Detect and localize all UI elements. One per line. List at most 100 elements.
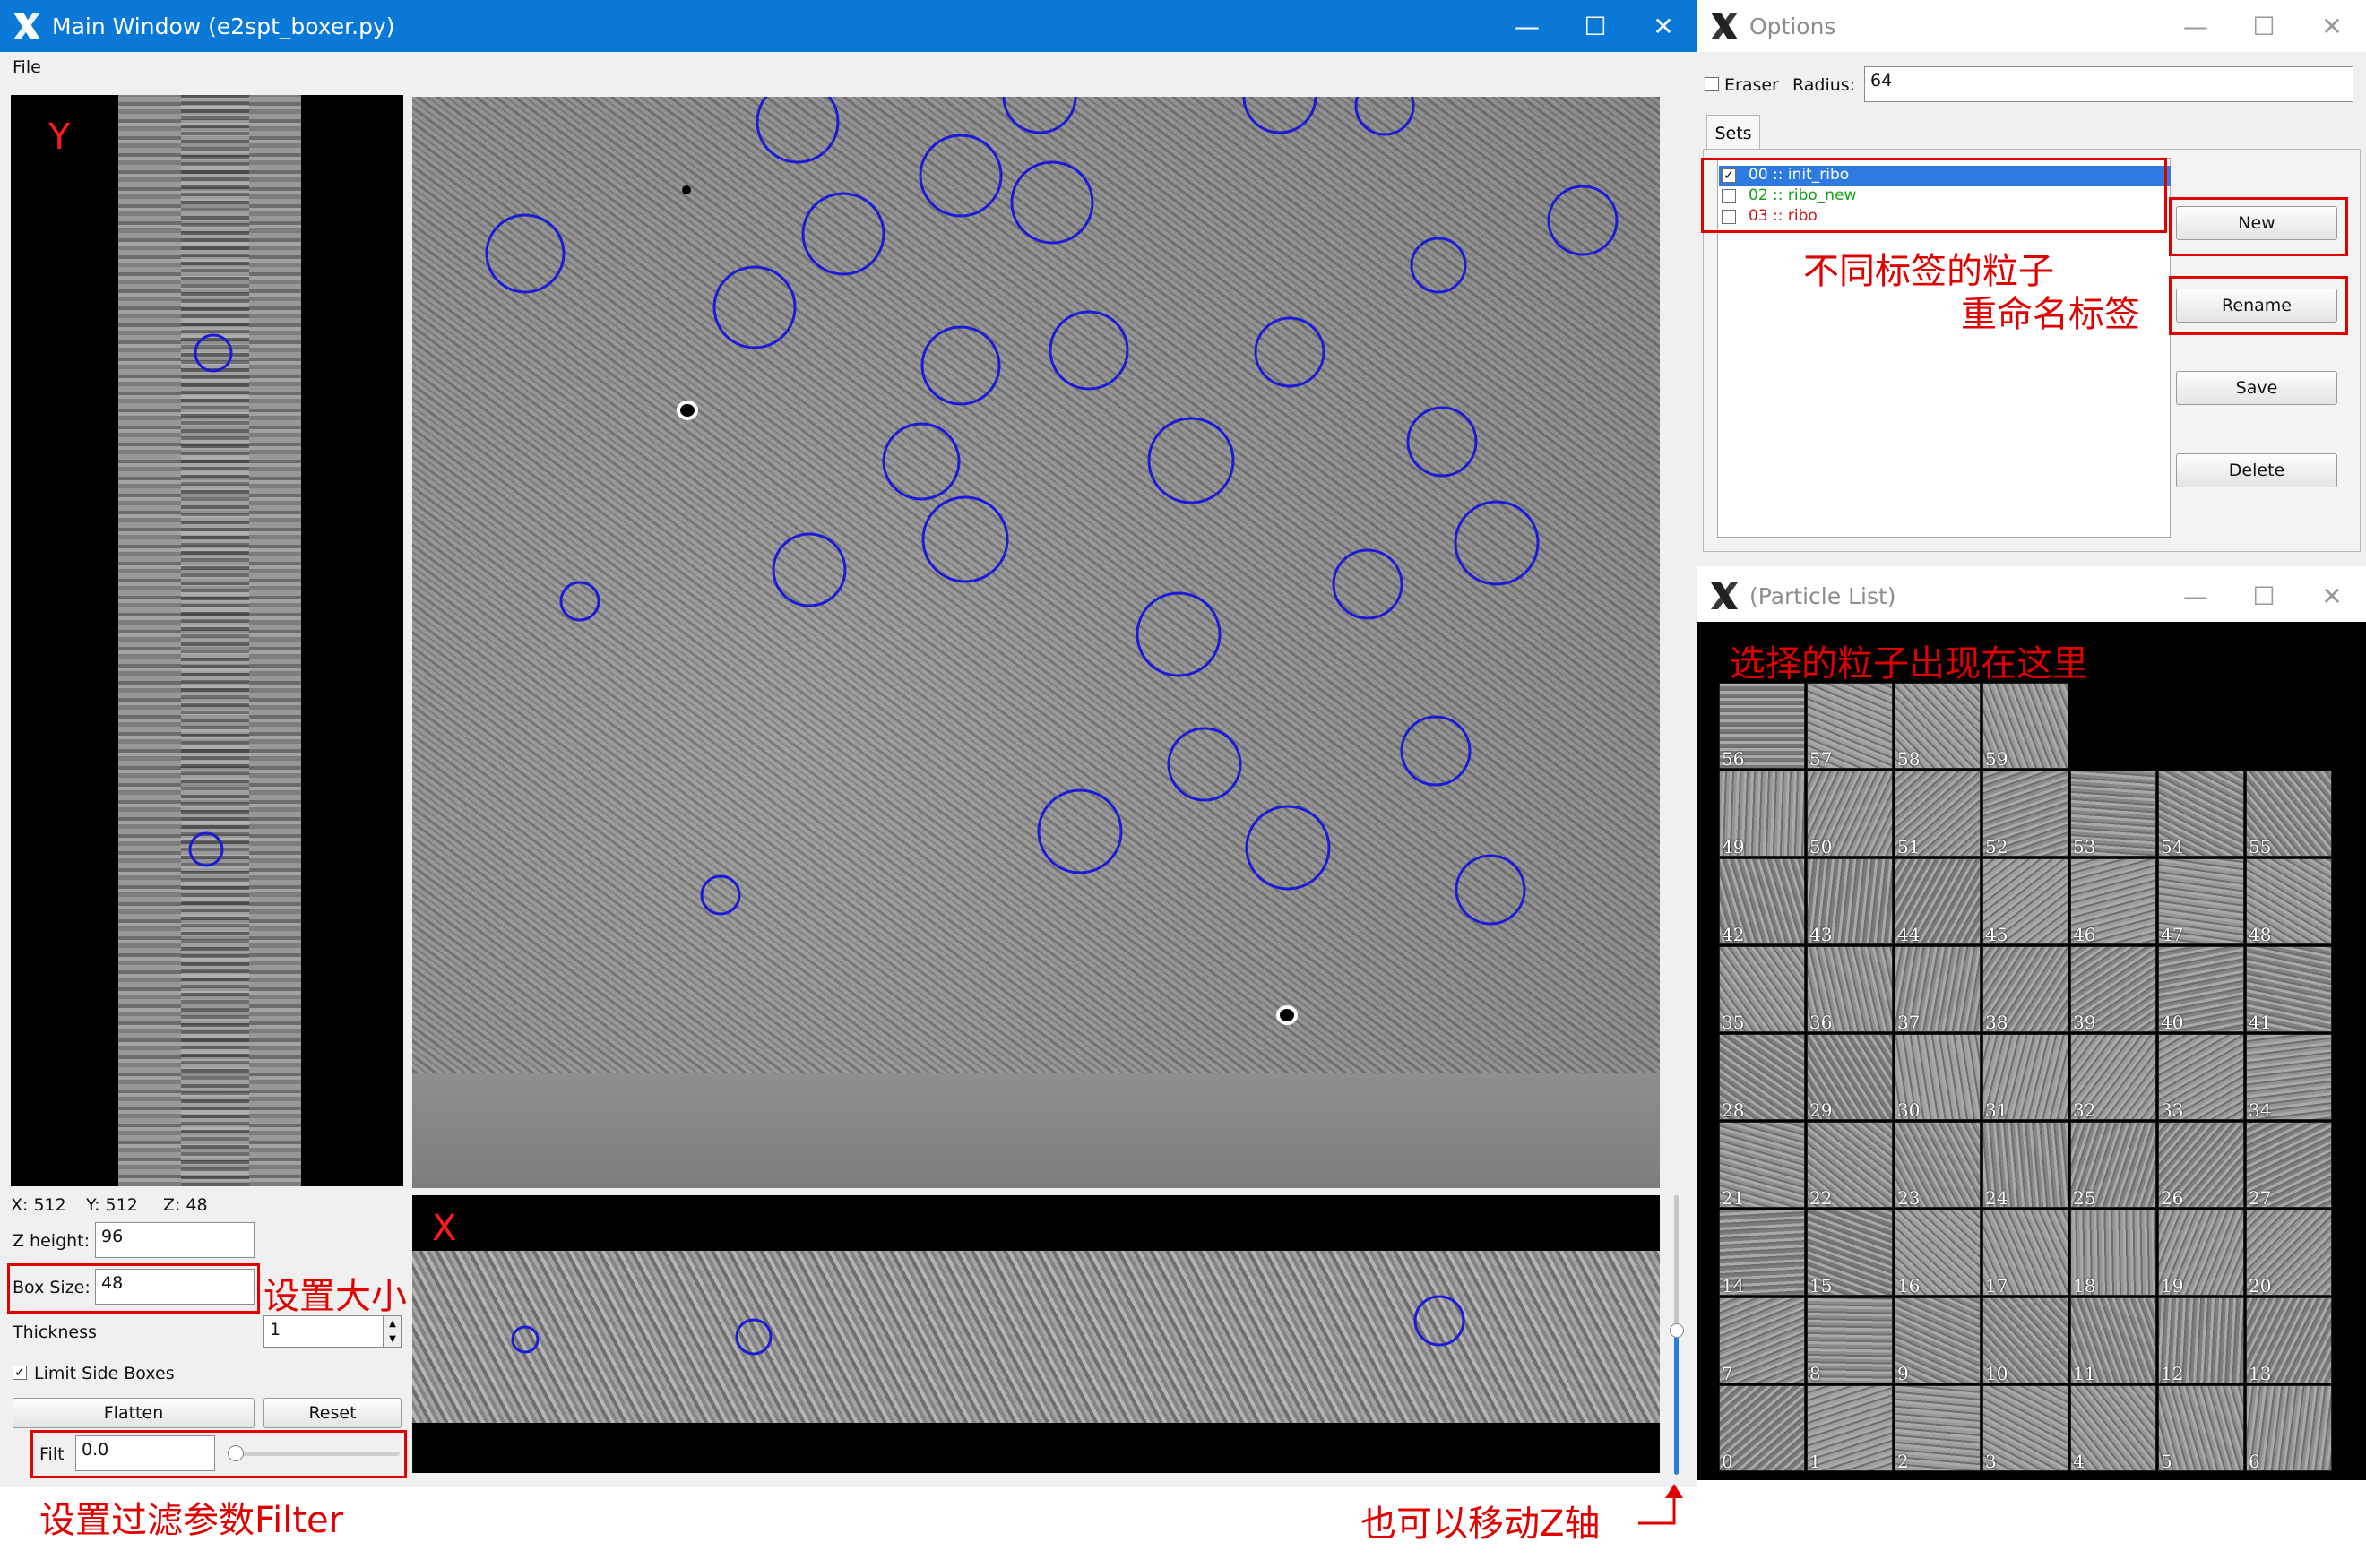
particle-thumbnail[interactable]: 47 [2158, 858, 2244, 945]
particle-circle [1037, 788, 1123, 874]
particle-thumbnail-number: 43 [1809, 924, 1833, 945]
particle-thumbnail[interactable]: 42 [1719, 858, 1805, 945]
particle-thumbnail[interactable]: 27 [2246, 1122, 2332, 1209]
thickness-spin-arrows-icon[interactable]: ▲ ▼ [384, 1315, 402, 1348]
delete-set-button[interactable]: Delete [2176, 453, 2337, 487]
particle-thumbnail[interactable]: 1 [1807, 1385, 1893, 1472]
thickness-label: Thickness [13, 1322, 97, 1342]
particle-thumbnail[interactable]: 58 [1895, 683, 1981, 770]
particle-thumbnail[interactable]: 5 [2158, 1385, 2244, 1472]
particle-thumbnail-number: 37 [1897, 1012, 1921, 1033]
particle-thumbnail[interactable]: 0 [1719, 1385, 1805, 1472]
particle-thumbnail[interactable]: 36 [1807, 946, 1893, 1033]
particle-thumbnail[interactable]: 38 [1982, 946, 2068, 1033]
maximize-button[interactable]: ☐ [2230, 0, 2298, 52]
particle-thumbnail[interactable]: 56 [1719, 683, 1805, 770]
particle-thumbnail[interactable]: 31 [1982, 1034, 2068, 1121]
reset-button[interactable]: Reset [263, 1398, 402, 1428]
menu-file[interactable]: File [13, 57, 41, 77]
xy-view-image[interactable] [412, 97, 1660, 1188]
particle-thumbnail[interactable]: 34 [2246, 1034, 2332, 1121]
particle-thumbnail[interactable]: 10 [1982, 1297, 2068, 1384]
z-height-input[interactable]: 96 [95, 1222, 255, 1258]
particle-thumbnail[interactable]: 3 [1982, 1385, 2068, 1472]
particle-thumbnail[interactable]: 33 [2158, 1034, 2244, 1121]
x11-logo-icon [1711, 13, 1738, 39]
particle-thumbnail-number: 0 [1722, 1451, 1733, 1472]
particle-thumbnail[interactable]: 4 [2070, 1385, 2156, 1472]
particle-thumbnail[interactable]: 53 [2070, 771, 2156, 857]
particle-thumbnail[interactable]: 46 [2070, 858, 2156, 945]
particle-thumbnail[interactable]: 40 [2158, 946, 2244, 1033]
particle-thumbnail[interactable]: 39 [2070, 946, 2156, 1033]
particle-thumbnail[interactable]: 24 [1982, 1122, 2068, 1209]
particle-thumbnail[interactable]: 30 [1895, 1034, 1981, 1121]
particle-thumbnail[interactable]: 16 [1895, 1210, 1981, 1297]
particle-thumbnail[interactable]: 18 [2070, 1210, 2156, 1297]
particle-thumbnail[interactable]: 44 [1895, 858, 1981, 945]
radius-input[interactable]: 64 [1864, 66, 2353, 102]
particle-thumbnail[interactable]: 37 [1895, 946, 1981, 1033]
particle-thumbnail[interactable]: 57 [1807, 683, 1893, 770]
particle-thumbnail[interactable]: 13 [2246, 1297, 2332, 1384]
particle-thumbnail[interactable]: 6 [2246, 1385, 2332, 1472]
particle-thumbnail[interactable]: 48 [2246, 858, 2332, 945]
particle-thumbnail[interactable]: 25 [2070, 1122, 2156, 1209]
y-view-panel[interactable]: Y [11, 95, 403, 1186]
particle-thumbnail[interactable]: 26 [2158, 1122, 2244, 1209]
main-title-bar[interactable]: Main Window (e2spt_boxer.py) — ☐ ✕ [0, 0, 1697, 52]
particle-thumbnail[interactable]: 43 [1807, 858, 1893, 945]
particle-thumbnail[interactable]: 9 [1895, 1297, 1981, 1384]
minimize-button[interactable]: — [2162, 0, 2230, 52]
particle-thumbnail[interactable]: 55 [2246, 771, 2332, 857]
z-slider-handle[interactable] [1670, 1323, 1684, 1338]
particle-thumbnail[interactable]: 32 [2070, 1034, 2156, 1121]
save-set-button[interactable]: Save [2176, 371, 2337, 405]
particle-thumbnail[interactable]: 14 [1719, 1210, 1805, 1297]
particle-thumbnail[interactable]: 2 [1895, 1385, 1981, 1472]
x-view-panel[interactable]: X [412, 1195, 1660, 1473]
particle-thumbnail[interactable]: 59 [1982, 683, 2068, 770]
particle-thumbnail[interactable]: 20 [2246, 1210, 2332, 1297]
particle-thumbnail[interactable]: 54 [2158, 771, 2244, 857]
particle-thumbnail[interactable]: 21 [1719, 1122, 1805, 1209]
limit-side-boxes-label: Limit Side Boxes [34, 1364, 175, 1383]
particle-thumbnail[interactable]: 52 [1982, 771, 2068, 857]
eraser-checkbox[interactable] [1705, 77, 1719, 91]
minimize-button[interactable]: — [1493, 0, 1561, 52]
particle-circle [920, 325, 1001, 406]
thickness-spinbox[interactable]: 1 [263, 1315, 384, 1348]
particle-thumbnail[interactable]: 19 [2158, 1210, 2244, 1297]
options-title-bar[interactable]: Options — ☐ ✕ [1697, 0, 2366, 52]
particle-thumbnail[interactable]: 29 [1807, 1034, 1893, 1121]
particle-thumbnail[interactable]: 7 [1719, 1297, 1805, 1384]
minimize-button[interactable]: — [2162, 570, 2230, 622]
particle-thumbnail[interactable]: 41 [2246, 946, 2332, 1033]
particle-thumbnail[interactable]: 12 [2158, 1297, 2244, 1384]
particle-thumbnail[interactable]: 23 [1895, 1122, 1981, 1209]
particle-thumbnail[interactable]: 8 [1807, 1297, 1893, 1384]
particle-thumbnail-grid[interactable]: 56 57 58 59 49 50 51 52 53 54 55 42 43 44 45 46 47 48 35 36… [1719, 683, 2334, 1477]
particle-thumbnail[interactable]: 45 [1982, 858, 2068, 945]
particle-thumbnail[interactable]: 15 [1807, 1210, 1893, 1297]
maximize-button[interactable]: ☐ [2230, 570, 2298, 622]
particle-list-title-bar[interactable]: (Particle List) — ☐ ✕ [1697, 570, 2366, 622]
z-axis-slider[interactable] [1669, 1195, 1685, 1475]
maximize-button[interactable]: ☐ [1561, 0, 1629, 52]
flatten-button[interactable]: Flatten [13, 1398, 255, 1428]
close-button[interactable]: ✕ [1629, 0, 1697, 52]
particle-thumbnail[interactable]: 50 [1807, 771, 1893, 857]
y-view-label: Y [48, 116, 71, 158]
particle-thumbnail[interactable]: 22 [1807, 1122, 1893, 1209]
close-button[interactable]: ✕ [2298, 0, 2366, 52]
tab-sets[interactable]: Sets [1706, 115, 1760, 151]
particle-thumbnail-number: 58 [1897, 748, 1921, 770]
particle-thumbnail[interactable]: 35 [1719, 946, 1805, 1033]
particle-thumbnail[interactable]: 28 [1719, 1034, 1805, 1121]
particle-thumbnail[interactable]: 51 [1895, 771, 1981, 857]
particle-thumbnail[interactable]: 11 [2070, 1297, 2156, 1384]
limit-side-boxes-checkbox[interactable]: ✓ [13, 1366, 27, 1380]
particle-thumbnail[interactable]: 49 [1719, 771, 1805, 857]
close-button[interactable]: ✕ [2298, 570, 2366, 622]
particle-thumbnail[interactable]: 17 [1982, 1210, 2068, 1297]
